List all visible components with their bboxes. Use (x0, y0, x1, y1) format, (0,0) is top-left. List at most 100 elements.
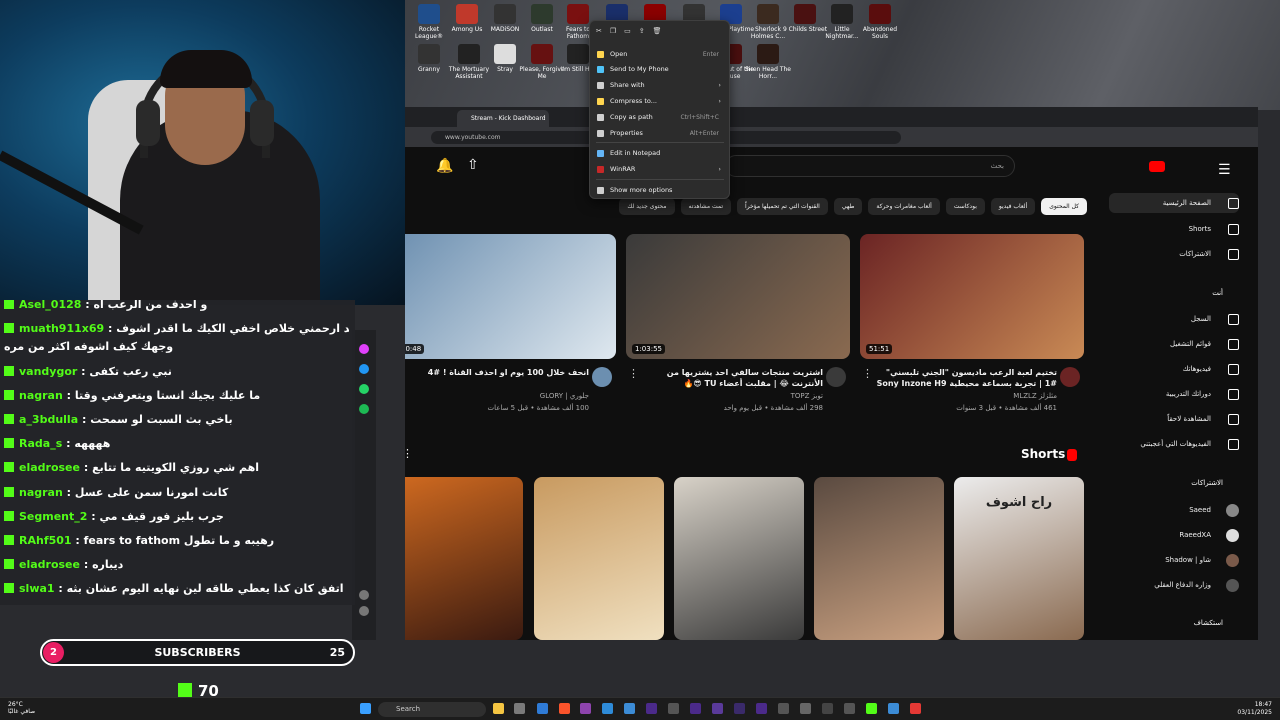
you-section-item[interactable]: دوراتك التدريبية (1109, 384, 1239, 404)
app-icon[interactable] (800, 703, 811, 714)
media-encoder-icon[interactable] (712, 703, 723, 714)
you-section-item[interactable]: السجل (1109, 309, 1239, 329)
cut-icon[interactable]: ✂ (596, 27, 610, 35)
delete-icon[interactable]: 🗑 (653, 27, 670, 35)
chat-username[interactable]: nagran (19, 389, 63, 402)
you-section-item[interactable]: فيديوهاتك (1109, 359, 1239, 379)
notifications-bell-icon[interactable]: 🔔 (436, 158, 453, 174)
obs-icon[interactable] (844, 703, 855, 714)
context-menu-item[interactable]: Compress to... › (591, 94, 729, 109)
browser-tab[interactable]: Stream - Kick Dashboard (457, 110, 549, 127)
filter-chip[interactable]: ألعاب فيديو (990, 198, 1036, 215)
you-section-header[interactable]: أنت (1212, 289, 1223, 297)
whatsapp-icon[interactable] (359, 384, 369, 394)
sidebar-item[interactable]: الاشتراكات (1109, 244, 1239, 264)
filter-chip[interactable]: ألعاب مغامرات وحركة (868, 198, 940, 215)
hamburger-menu-icon[interactable]: ☰ (1218, 162, 1231, 178)
short-thumbnail[interactable] (674, 477, 804, 640)
short-thumbnail[interactable] (814, 477, 944, 640)
chat-username[interactable]: eladrosee (19, 461, 80, 474)
weather-widget[interactable]: 26°C صافي غالبًا (8, 701, 35, 715)
video-title[interactable]: اشتريت منتجات سالفي احد يشتريها من الأنت… (640, 367, 823, 389)
video-thumbnail[interactable]: 51:51 (860, 234, 1084, 359)
context-menu-item[interactable]: WinRAR › (591, 162, 729, 177)
channel-avatar[interactable] (592, 367, 612, 387)
channel-avatar[interactable] (1060, 367, 1080, 387)
visual-studio-icon[interactable] (580, 703, 591, 714)
shorts-more-icon[interactable]: ⋮ (405, 447, 413, 460)
context-menu-item[interactable]: Show more options (591, 183, 729, 198)
subscription-item[interactable]: وزاره الدفاع العقلي (1109, 575, 1239, 595)
taskbar-search[interactable]: Search (378, 702, 486, 717)
subscriptions-header[interactable]: الاشتراكات (1191, 479, 1223, 487)
desktop-icon[interactable]: Siren Head The Horr... (744, 44, 792, 80)
subscription-item[interactable]: Saeed (1109, 500, 1239, 520)
context-menu-item[interactable]: Properties Alt+Enter (591, 126, 729, 141)
premiere-icon[interactable] (734, 703, 745, 714)
sidebar-item[interactable]: Shorts (1109, 219, 1239, 239)
photoshop-icon[interactable] (602, 703, 613, 714)
video-channel[interactable]: مثلزلز MLZLZ (874, 391, 1057, 401)
video-title[interactable]: تختيم لعبة الرعب ماديسون "الجني تلبسني" … (874, 367, 1057, 389)
create-upload-icon[interactable]: ⇧ (467, 157, 479, 173)
after-effects-icon[interactable] (646, 703, 657, 714)
chat-username[interactable]: muath911x69 (19, 322, 104, 335)
audition-icon[interactable] (690, 703, 701, 714)
context-menu-item[interactable]: Open Enter (591, 47, 729, 62)
app-icon[interactable] (514, 703, 525, 714)
kick-app-icon[interactable] (866, 703, 877, 714)
chat-username[interactable]: vandygor (19, 365, 77, 378)
context-menu-item[interactable]: Copy as path Ctrl+Shift+C (591, 110, 729, 125)
subscription-item[interactable]: شاو | Shadow (1109, 550, 1239, 570)
twitch-icon[interactable] (359, 344, 369, 354)
app-icon[interactable] (756, 703, 767, 714)
brave-icon[interactable] (559, 703, 570, 714)
spotify-icon[interactable] (359, 404, 369, 414)
messenger-icon[interactable] (359, 364, 369, 374)
desktop-icon[interactable]: Abandoned Souls (856, 4, 904, 40)
app-icon[interactable] (778, 703, 789, 714)
copy-icon[interactable]: ❐ (610, 27, 624, 35)
history-icon[interactable] (359, 606, 369, 616)
short-thumbnail[interactable] (534, 477, 664, 640)
subscription-item[interactable]: RaeedXA (1109, 525, 1239, 545)
chat-username[interactable]: Asel_0128 (19, 300, 81, 311)
video-more-icon[interactable]: ⋮ (862, 367, 873, 380)
chat-username[interactable]: Segment_2 (19, 510, 87, 523)
heart-icon[interactable] (359, 590, 369, 600)
chat-username[interactable]: Rada_s (19, 437, 62, 450)
video-channel[interactable]: توبز TOPZ (640, 391, 823, 401)
filter-chip[interactable]: القنوات التي تم تحميلها مؤخراً (737, 198, 828, 215)
video-thumbnail[interactable]: 20:48 (405, 234, 616, 359)
context-menu-item[interactable]: Edit in Notepad (591, 146, 729, 161)
youtube-logo-icon[interactable] (1149, 161, 1165, 172)
windows-start-icon[interactable] (360, 703, 371, 714)
chat-username[interactable]: slwa1 (19, 582, 55, 595)
rename-icon[interactable]: ▭ (624, 27, 639, 35)
opera-icon[interactable] (910, 703, 921, 714)
filter-chip[interactable]: محتوى جديد لك (619, 198, 675, 215)
filter-chip[interactable]: بودكاست (945, 198, 985, 215)
context-menu-item[interactable]: Share with › (591, 78, 729, 93)
share-icon[interactable]: ⇪ (639, 27, 653, 35)
video-thumbnail[interactable]: 1:03:55 (626, 234, 850, 359)
chat-username[interactable]: a_3bdulla (19, 413, 78, 426)
file-explorer-icon[interactable] (493, 703, 504, 714)
you-section-item[interactable]: الفيديوهات التي أعجبتني (1109, 434, 1239, 454)
short-thumbnail[interactable]: راح اشوف (954, 477, 1084, 640)
app-icon[interactable] (888, 703, 899, 714)
context-menu-item[interactable]: Send to My Phone (591, 62, 729, 77)
chat-username[interactable]: RAhf501 (19, 534, 72, 547)
channel-avatar[interactable] (826, 367, 846, 387)
system-clock[interactable]: 18:47 03/11/2025 (1237, 701, 1272, 717)
chat-username[interactable]: eladrosee (19, 558, 80, 571)
filter-chip[interactable]: كل المحتوى (1041, 198, 1087, 215)
vscode-icon[interactable] (537, 703, 548, 714)
video-title[interactable]: انحف خلال 100 يوم او احذف القناة ! #4 (406, 367, 589, 378)
short-thumbnail[interactable] (405, 477, 523, 640)
filter-chip[interactable]: تمت مشاهدته (680, 198, 732, 215)
video-more-icon[interactable]: ⋮ (628, 367, 639, 380)
sidebar-item[interactable]: الصفحة الرئيسية (1109, 193, 1239, 213)
filter-chip[interactable]: طهي (833, 198, 863, 215)
app-icon[interactable] (822, 703, 833, 714)
